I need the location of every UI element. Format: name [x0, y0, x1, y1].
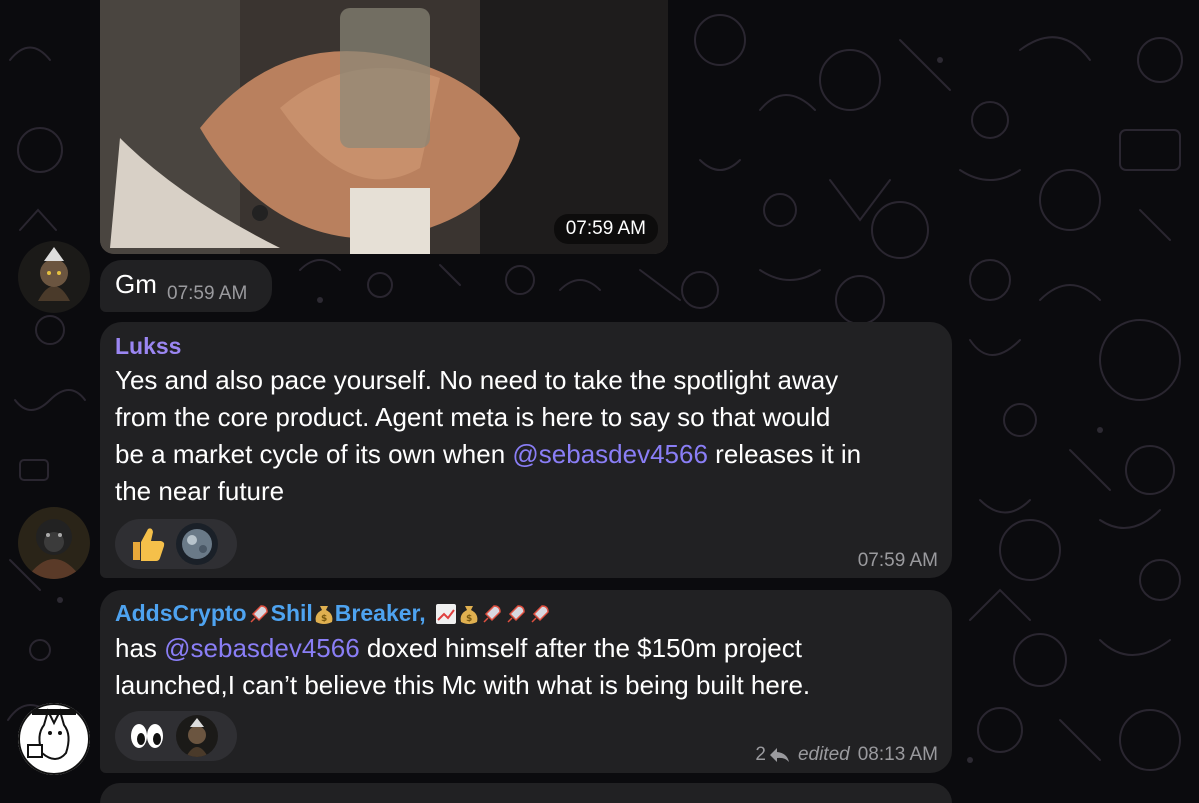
- planet-avatar-icon: [176, 523, 218, 565]
- message-text-line: Yes and also pace yourself. No need to t…: [115, 365, 839, 395]
- rocket-icon: [531, 604, 549, 623]
- message-bubble[interactable]: AddsCrypto Shil $ Breaker, $ has @sebasd…: [100, 590, 952, 773]
- reply-count[interactable]: 2: [755, 744, 766, 766]
- reply-arrow-icon[interactable]: [768, 746, 790, 764]
- gorilla-avatar-icon: [18, 507, 90, 579]
- chart-up-icon: [435, 603, 456, 624]
- donkey-avatar-icon: [18, 703, 90, 775]
- avatar[interactable]: [18, 703, 90, 775]
- message-text-line: launched,I can’t believe this Mc with wh…: [115, 670, 811, 700]
- message-text-line: the near future: [115, 476, 285, 506]
- svg-text:$: $: [466, 614, 472, 624]
- next-message-edge: [100, 783, 952, 803]
- sender-name-part: AddsCrypto: [115, 600, 247, 626]
- message-time: 07:59 AM: [553, 214, 658, 244]
- message-meta: 2 edited 08:13 AM: [755, 744, 938, 766]
- sender-name-part: Breaker,: [334, 600, 426, 626]
- message-time: 07:59 AM: [857, 550, 938, 571]
- sender-name[interactable]: Lukss: [115, 333, 181, 360]
- message-text: has: [115, 633, 165, 663]
- avatar[interactable]: [18, 241, 90, 313]
- goblin-avatar-icon: [176, 715, 218, 757]
- avatar[interactable]: [18, 507, 90, 579]
- mention-link[interactable]: @sebasdev4566: [164, 633, 360, 663]
- eyes-icon[interactable]: [127, 716, 167, 756]
- reactions-bar[interactable]: [115, 519, 237, 569]
- money-bag-icon: $: [315, 605, 333, 624]
- message-text-line: has @sebasdev4566 doxed himself after th…: [115, 630, 802, 667]
- sender-name[interactable]: AddsCrypto Shil $ Breaker, $: [115, 600, 552, 627]
- message-text-line: from the core product. Agent meta is her…: [115, 402, 831, 432]
- rocket-icon: [250, 604, 268, 623]
- message-bubble[interactable]: Lukss Yes and also pace yourself. No nee…: [100, 322, 952, 578]
- message-text: doxed himself after the $150m project: [359, 633, 802, 663]
- message-bubble[interactable]: Gm 07:59 AM: [100, 260, 272, 312]
- message-text: releases it in: [707, 439, 862, 469]
- message-time: 08:13 AM: [857, 744, 938, 765]
- media-message[interactable]: 07:59 AM: [100, 0, 668, 254]
- reaction-avatar[interactable]: [176, 715, 218, 757]
- reactions-bar[interactable]: [115, 711, 237, 761]
- message-text: Gm: [115, 269, 157, 299]
- mention-link[interactable]: @sebasdev4566: [512, 439, 708, 469]
- goblin-avatar-icon: [18, 241, 90, 313]
- message-text-line: be a market cycle of its own when @sebas…: [115, 436, 861, 473]
- message-text: be a market cycle of its own when: [115, 439, 513, 469]
- rocket-icon: [483, 604, 501, 623]
- money-bag-icon: $: [460, 605, 478, 624]
- thumbs-up-icon[interactable]: [127, 524, 167, 564]
- reaction-avatar[interactable]: [176, 523, 218, 565]
- edited-label: edited: [797, 744, 850, 765]
- message-time: 07:59 AM: [167, 283, 248, 304]
- rocket-icon: [507, 604, 525, 623]
- svg-text:$: $: [321, 614, 327, 624]
- sender-name-part: Shil: [270, 600, 313, 626]
